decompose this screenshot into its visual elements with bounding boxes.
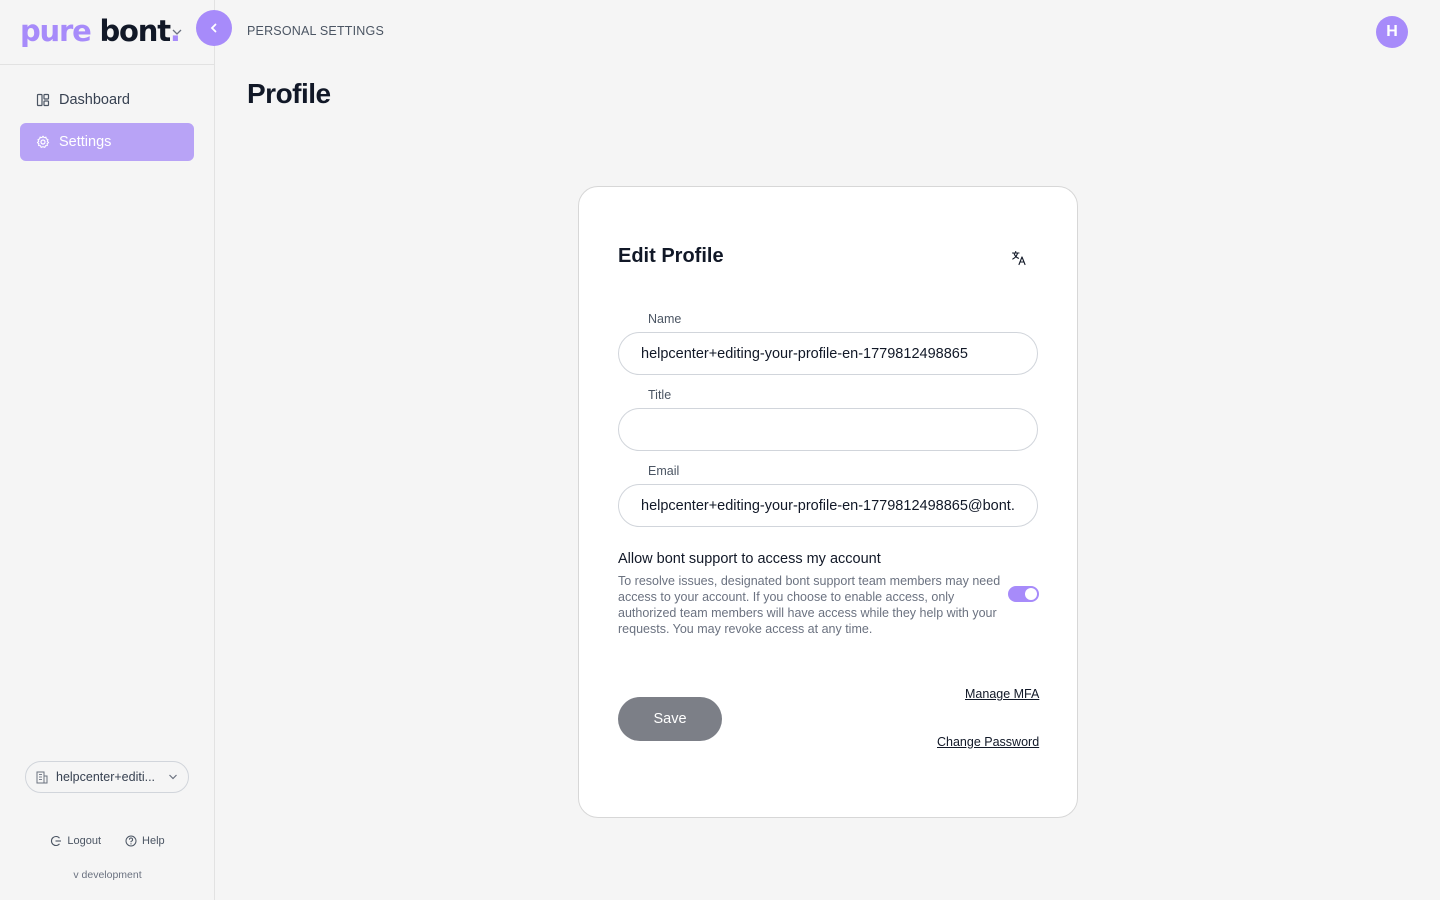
chevron-down-icon bbox=[169, 774, 177, 780]
toggle-knob bbox=[1025, 588, 1037, 600]
name-field[interactable] bbox=[618, 332, 1038, 375]
sidebar-item-label: Settings bbox=[59, 134, 112, 150]
logout-icon bbox=[51, 835, 62, 847]
support-access-toggle[interactable] bbox=[1008, 586, 1039, 602]
sidebar-footer-links: Logout Help bbox=[0, 835, 215, 847]
organization-select[interactable]: helpcenter+editi... bbox=[25, 761, 189, 793]
save-button[interactable]: Save bbox=[618, 697, 722, 741]
gear-icon bbox=[36, 135, 50, 149]
dashboard-icon bbox=[36, 93, 50, 107]
avatar[interactable]: H bbox=[1376, 16, 1408, 48]
page-title: Profile bbox=[247, 78, 331, 109]
sidebar: pure bont. Dashboard Settings helpcenter… bbox=[0, 0, 232, 900]
title-field[interactable] bbox=[618, 408, 1038, 451]
sidebar-nav: Dashboard Settings bbox=[20, 81, 194, 165]
name-label: Name bbox=[648, 312, 682, 326]
logo[interactable]: pure bont. bbox=[20, 13, 181, 49]
logout-label: Logout bbox=[67, 835, 102, 847]
change-password-link[interactable]: Change Password bbox=[937, 735, 1039, 749]
edit-profile-card: Edit Profile Name Title Email Allow bont… bbox=[578, 186, 1078, 818]
help-link[interactable]: Help bbox=[125, 835, 165, 847]
sidebar-item-label: Dashboard bbox=[59, 92, 130, 108]
chevron-down-icon[interactable] bbox=[171, 27, 183, 37]
manage-mfa-link[interactable]: Manage MFA bbox=[965, 687, 1039, 701]
email-field[interactable] bbox=[618, 484, 1038, 527]
organization-name: helpcenter+editi... bbox=[56, 770, 156, 784]
sidebar-item-settings[interactable]: Settings bbox=[20, 123, 194, 161]
building-icon bbox=[36, 771, 48, 783]
translate-icon[interactable] bbox=[1011, 250, 1027, 266]
version-label: v development bbox=[73, 869, 142, 881]
logout-link[interactable]: Logout bbox=[50, 835, 101, 847]
breadcrumb: PERSONAL SETTINGS bbox=[247, 24, 384, 38]
collapse-sidebar-button[interactable] bbox=[196, 10, 232, 46]
help-icon bbox=[125, 835, 137, 847]
sidebar-item-dashboard[interactable]: Dashboard bbox=[20, 81, 194, 119]
chevron-left-icon bbox=[210, 23, 217, 33]
support-access-title: Allow bont support to access my account bbox=[618, 551, 881, 567]
brand-row: pure bont. bbox=[0, 0, 214, 65]
support-access-description: To resolve issues, designated bont suppo… bbox=[618, 574, 1001, 636]
card-title: Edit Profile bbox=[618, 245, 724, 267]
help-label: Help bbox=[142, 835, 165, 847]
logo-part-bont: bont bbox=[99, 14, 171, 48]
logo-part-pure: pure bbox=[20, 14, 92, 48]
title-label: Title bbox=[648, 388, 672, 402]
email-label: Email bbox=[648, 464, 680, 478]
